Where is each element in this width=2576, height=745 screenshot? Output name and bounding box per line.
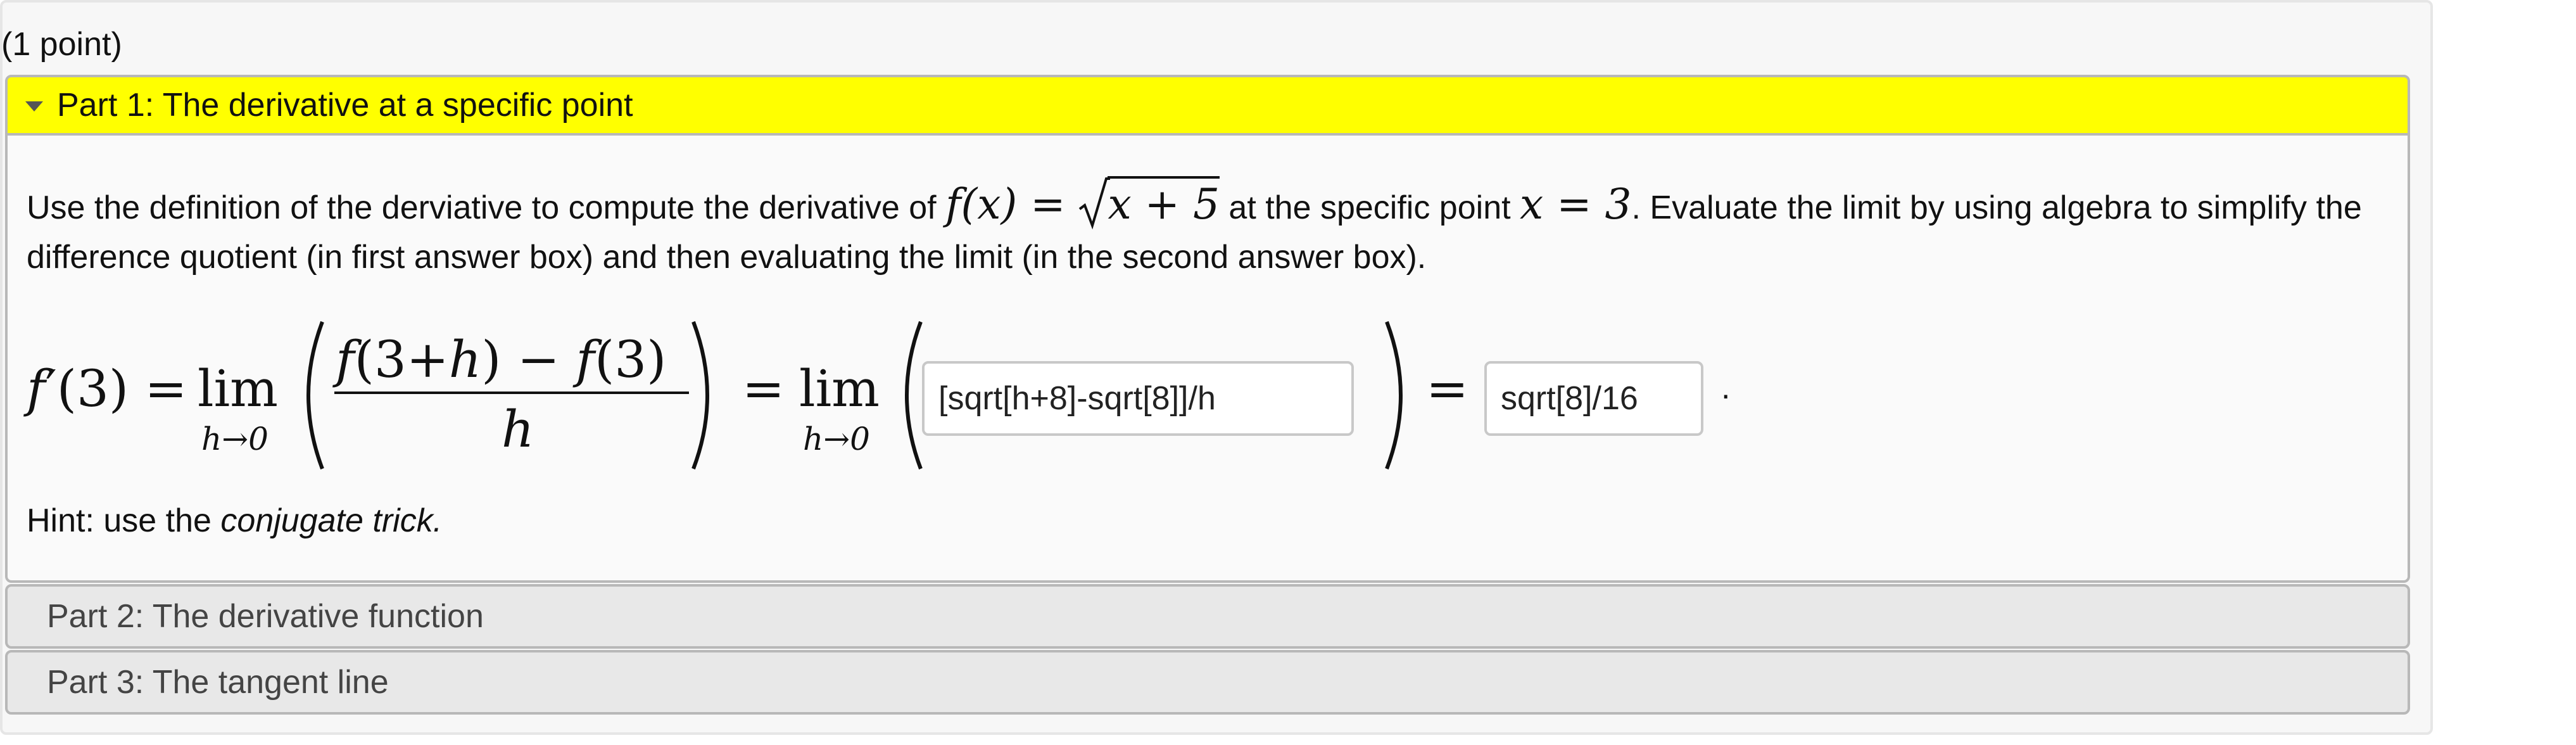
part1-header[interactable]: Part 1: The derivative at a specific poi… bbox=[5, 75, 2410, 136]
square-root-icon bbox=[1079, 177, 1111, 230]
limit-equation: f′(3) = lim h→0 f(3+h) − f(3) h = lim h→… bbox=[27, 313, 2395, 478]
part2-title: Part 2: The derivative function bbox=[47, 598, 484, 635]
left-paren-icon bbox=[905, 321, 923, 470]
eq-lim-sub-2: h→0 bbox=[803, 421, 870, 457]
math-radicand: x + 5 bbox=[1108, 176, 1220, 229]
points-label: (1 point) bbox=[1, 26, 122, 63]
hint-emphasis: conjugate trick. bbox=[220, 502, 443, 539]
problem-text-before: Use the definition of the derviative to … bbox=[27, 189, 937, 226]
eq-lhs: f′(3) = bbox=[27, 359, 187, 418]
hint-text: Hint: use the conjugate trick. bbox=[27, 504, 442, 537]
hint-prefix: Hint: use the bbox=[27, 502, 212, 539]
problem-text-mid: at the specific point bbox=[1228, 189, 1511, 226]
eq-denominator: h bbox=[502, 400, 534, 459]
eq-lim-2: lim bbox=[799, 359, 880, 418]
eq-equals-1: = bbox=[742, 359, 785, 418]
caret-down-icon bbox=[25, 101, 43, 111]
eq-period: . bbox=[1721, 369, 1731, 406]
part1-body: Use the definition of the derviative to … bbox=[5, 136, 2410, 583]
problem-text: Use the definition of the derviative to … bbox=[27, 176, 2395, 282]
eq-lim-sub-1: h→0 bbox=[201, 421, 268, 457]
left-paren-icon bbox=[306, 321, 324, 470]
part3-header[interactable]: Part 3: The tangent line bbox=[5, 650, 2410, 715]
eq-numerator: f(3+h) − f(3) bbox=[336, 330, 667, 389]
fraction-bar bbox=[334, 392, 689, 394]
right-paren-icon bbox=[691, 321, 709, 470]
right-paren-icon bbox=[1385, 321, 1403, 470]
answer-input-limit[interactable] bbox=[1484, 361, 1703, 436]
square-root: x + 5 bbox=[1078, 176, 1220, 232]
math-fx: f(x) = bbox=[945, 180, 1079, 229]
answer-input-difference-quotient[interactable] bbox=[922, 361, 1354, 436]
eq-lim-1: lim bbox=[198, 359, 279, 418]
part2-header[interactable]: Part 2: The derivative function bbox=[5, 584, 2410, 649]
part3-title: Part 3: The tangent line bbox=[47, 664, 389, 701]
eq-equals-2: = bbox=[1426, 359, 1469, 418]
part1-title: Part 1: The derivative at a specific poi… bbox=[57, 87, 633, 124]
math-point: x = 3 bbox=[1520, 180, 1632, 229]
